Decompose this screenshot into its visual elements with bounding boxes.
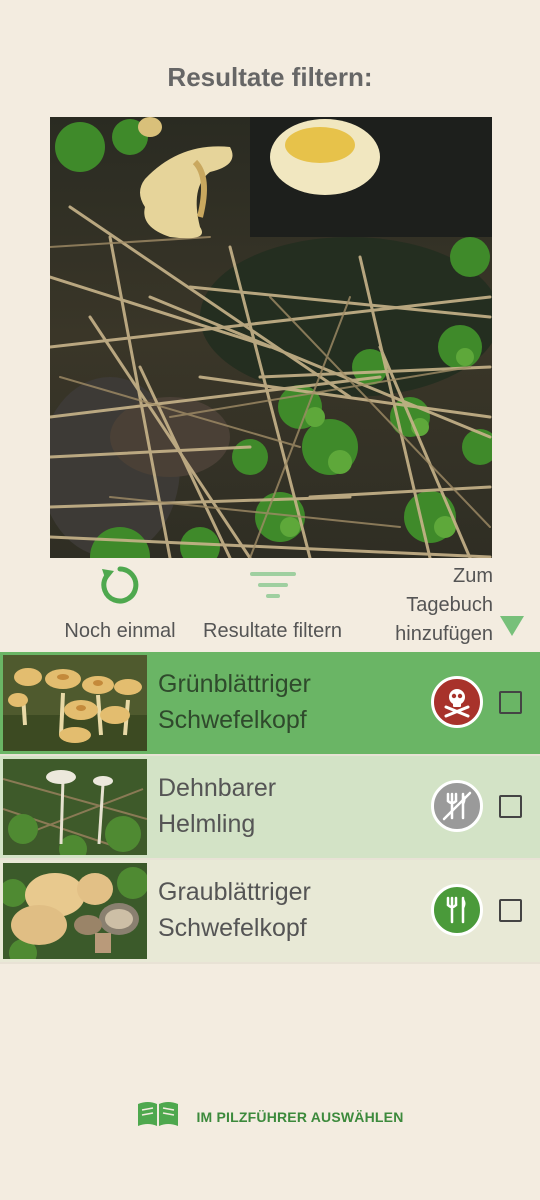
mushroom-guide-button[interactable]: IM PILZFÜHRER AUSWÄHLEN bbox=[0, 1100, 540, 1133]
skull-icon bbox=[431, 676, 483, 728]
page-title: Resultate filtern: bbox=[167, 62, 373, 92]
select-checkbox[interactable] bbox=[499, 691, 522, 714]
result-row[interactable]: Grünblättriger Schwefelkopf bbox=[0, 652, 540, 756]
result-row[interactable]: Dehnbarer Helmling bbox=[0, 756, 540, 860]
result-name: Grünblättriger Schwefelkopf bbox=[158, 670, 311, 734]
result-name: Dehnbarer Helmling bbox=[158, 774, 277, 838]
result-name: Graublättriger Schwefelkopf bbox=[158, 878, 311, 942]
crossed-cutlery-icon bbox=[431, 780, 483, 832]
cutlery-icon bbox=[431, 884, 483, 936]
triangle-down-icon bbox=[499, 615, 525, 643]
refresh-icon bbox=[50, 562, 190, 608]
mushroom-photo bbox=[50, 117, 492, 558]
result-thumbnail bbox=[3, 863, 147, 959]
add-to-diary-button[interactable]: Zum Tagebuch hinzufügen bbox=[360, 562, 530, 649]
filter-results-button[interactable]: Resultate filtern bbox=[185, 562, 360, 643]
retry-button[interactable]: Noch einmal bbox=[50, 562, 190, 643]
retry-label: Noch einmal bbox=[64, 620, 176, 642]
filter-results-label: Resultate filtern bbox=[203, 620, 342, 642]
result-thumbnail bbox=[3, 759, 147, 855]
select-checkbox[interactable] bbox=[499, 899, 522, 922]
result-row[interactable]: Graublättriger Schwefelkopf bbox=[0, 860, 540, 964]
mushroom-guide-label: IM PILZFÜHRER AUSWÄHLEN bbox=[196, 1108, 404, 1125]
result-thumbnail bbox=[3, 655, 147, 751]
select-checkbox[interactable] bbox=[499, 795, 522, 818]
results-list: Grünblättriger Schwefelkopf Dehnbarer He… bbox=[0, 652, 540, 964]
add-to-diary-line1: Zum bbox=[453, 565, 493, 587]
book-icon bbox=[136, 1100, 180, 1133]
filter-icon bbox=[185, 562, 360, 608]
